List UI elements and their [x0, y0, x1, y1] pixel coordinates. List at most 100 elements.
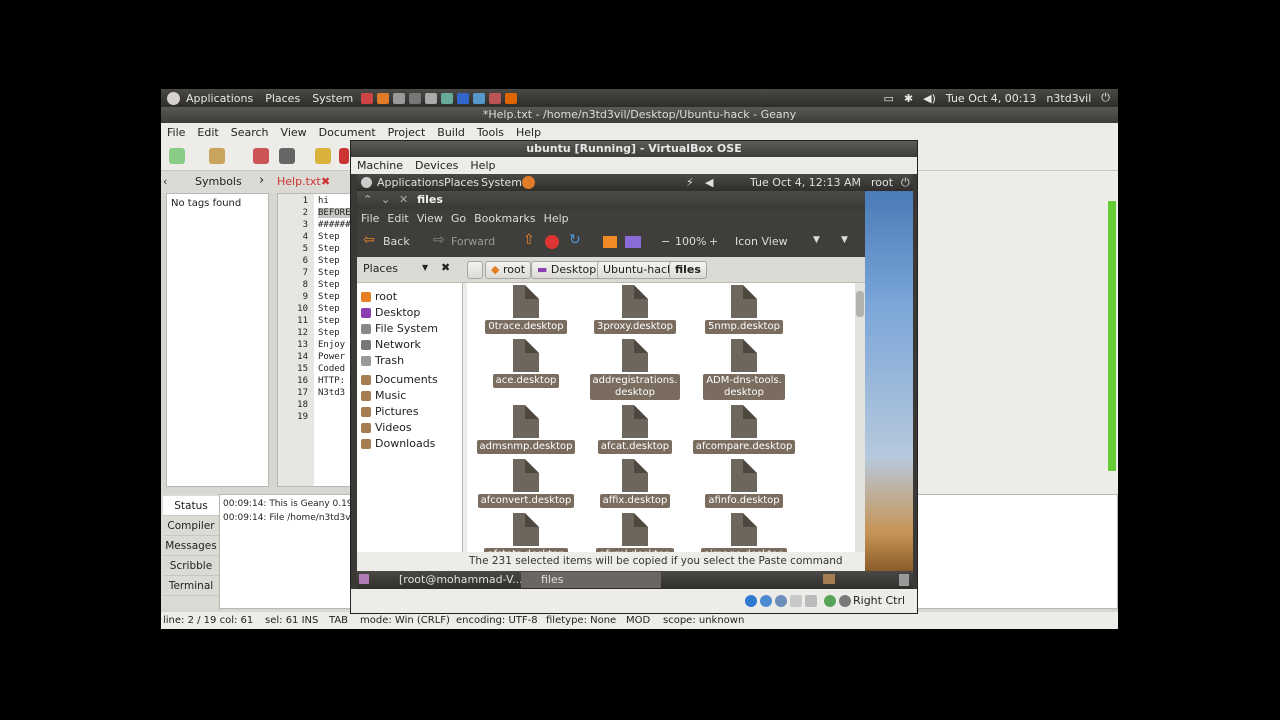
close-file-icon[interactable] [339, 148, 349, 164]
chevron-down-icon[interactable]: ▼ [841, 235, 848, 245]
bluetooth-icon[interactable]: ✱ [904, 92, 913, 105]
place-pictures[interactable]: Pictures [361, 404, 419, 420]
new-file-icon[interactable] [169, 148, 185, 164]
tab-status[interactable]: Status [163, 496, 219, 516]
host-menu-places[interactable]: Places [259, 92, 306, 105]
cd-indicator-icon[interactable] [760, 595, 772, 607]
show-desktop-icon[interactable] [359, 574, 369, 584]
file-item[interactable]: admsnmp.desktop [471, 405, 581, 454]
geany-menu-tools[interactable]: Tools [471, 126, 510, 139]
code-line[interactable]: Step [318, 328, 340, 338]
geany-menu-view[interactable]: View [275, 126, 313, 139]
tab-scroll-right-icon[interactable]: › [259, 173, 264, 188]
terminal-icon[interactable] [409, 92, 422, 104]
file-item[interactable]: afcompare.desktop [689, 405, 799, 454]
crumb-toggle-icon[interactable] [467, 261, 483, 279]
guest-volume-icon[interactable]: ◀ [705, 174, 713, 191]
file-item[interactable]: addregistrations. desktop [580, 339, 690, 400]
tab-scroll-left-icon[interactable]: ‹ [163, 175, 167, 188]
guest-menu-applications[interactable]: Applications [377, 174, 444, 191]
tab-terminal[interactable]: Terminal [163, 576, 219, 596]
ubuntu-logo-icon[interactable] [167, 91, 180, 105]
guest-network-icon[interactable]: ⚡ [686, 174, 694, 191]
code-line[interactable]: N3td3 [318, 388, 345, 398]
power-icon[interactable]: ⏻ [1101, 91, 1110, 105]
file-item[interactable]: ADM-dns-tools. desktop [689, 339, 799, 400]
vbox-menu-help[interactable]: Help [464, 159, 501, 172]
code-line[interactable]: Step [318, 316, 340, 326]
geany-menu-search[interactable]: Search [225, 126, 275, 139]
shared-folder-icon[interactable] [790, 595, 802, 607]
revert-icon[interactable] [315, 148, 331, 164]
launcher-icon[interactable] [489, 92, 502, 104]
volume-icon[interactable]: ◀) [923, 92, 936, 105]
file-item[interactable]: ace.desktop [471, 339, 581, 388]
place-file-system[interactable]: File System [361, 321, 438, 337]
geany-menu-project[interactable]: Project [382, 126, 432, 139]
guest-menu-places[interactable]: Places [444, 174, 479, 191]
guest-firefox-icon[interactable] [522, 176, 535, 189]
file-view-scrollbar[interactable] [855, 283, 865, 552]
sidebar-mode-select[interactable]: Places [363, 262, 398, 275]
launcher-icon[interactable] [425, 92, 438, 104]
reload-icon[interactable]: ↻ [569, 232, 581, 248]
display-icon[interactable] [805, 595, 817, 607]
code-line[interactable]: Step [318, 280, 340, 290]
chevron-down-icon[interactable]: ▼ [422, 263, 428, 272]
guest-clock[interactable]: Tue Oct 4, 12:13 AM [750, 174, 861, 191]
chevron-down-icon[interactable]: ▼ [813, 235, 820, 245]
window-close-icon[interactable]: ✕ [399, 191, 408, 209]
guest-ubuntu-logo-icon[interactable] [361, 177, 372, 188]
open-file-icon[interactable] [209, 148, 225, 164]
view-mode-select[interactable]: Icon View [735, 235, 788, 248]
host-menu-system[interactable]: System [306, 92, 359, 105]
naut-menu-file[interactable]: File [357, 212, 383, 225]
code-line[interactable]: Step [318, 292, 340, 302]
code-line[interactable]: Power [318, 352, 345, 362]
vbox-menu-machine[interactable]: Machine [351, 159, 409, 172]
save-icon[interactable] [253, 148, 269, 164]
place-network[interactable]: Network [361, 337, 421, 353]
forward-arrow-icon[interactable]: ⇨ [433, 232, 445, 248]
file-item[interactable]: affix.desktop [580, 459, 690, 508]
close-tab-icon[interactable]: ✖ [321, 175, 330, 188]
zoom-in-icon[interactable]: + [709, 235, 718, 248]
launcher-icon[interactable] [505, 92, 518, 104]
close-sidebar-icon[interactable]: ✖ [441, 261, 450, 274]
forward-button[interactable]: Forward [451, 235, 495, 248]
guest-menu-system[interactable]: System [481, 174, 522, 191]
launcher-icon[interactable] [457, 92, 470, 104]
tab-scribble[interactable]: Scribble [163, 556, 219, 576]
hdd-indicator-icon[interactable] [745, 595, 757, 607]
tab-help-txt[interactable]: Help.txt [277, 175, 321, 188]
stop-icon[interactable] [545, 235, 559, 249]
task-terminal[interactable]: [root@mohammad-V... [379, 572, 523, 588]
code-editor[interactable]: 1 2 3 4 5 6 7 8 9 10 11 12 13 14 15 16 17 18 19 hi BEFORE ##… [277, 193, 356, 487]
naut-menu-view[interactable]: View [413, 212, 447, 225]
crumb-ubuntu-hack[interactable]: Ubuntu-hack [597, 261, 680, 279]
home-icon[interactable] [603, 236, 617, 248]
code-line[interactable]: Step [318, 304, 340, 314]
place-root[interactable]: root [361, 289, 397, 305]
back-button[interactable]: Back [383, 235, 410, 248]
naut-menu-help[interactable]: Help [540, 212, 573, 225]
launcher-icon[interactable] [473, 92, 486, 104]
place-videos[interactable]: Videos [361, 420, 412, 436]
code-line[interactable]: BEFORE [318, 208, 351, 218]
tab-compiler[interactable]: Compiler [163, 516, 219, 536]
launcher-icon[interactable] [361, 92, 374, 104]
trash-icon[interactable] [899, 574, 909, 586]
code-line[interactable]: Coded [318, 364, 345, 374]
editor-scrollbar[interactable] [1108, 201, 1116, 471]
task-files[interactable]: files [521, 572, 661, 588]
place-desktop[interactable]: Desktop [361, 305, 420, 321]
launcher-icon[interactable] [441, 92, 454, 104]
naut-menu-edit[interactable]: Edit [383, 212, 412, 225]
workspace-icon[interactable] [823, 574, 835, 584]
code-line[interactable]: Step [318, 232, 340, 242]
window-minimize-icon[interactable]: ⌃ [363, 191, 372, 209]
tab-symbols[interactable]: Symbols [195, 175, 242, 188]
file-item[interactable]: afxml.desktop [580, 513, 690, 552]
tab-messages[interactable]: Messages [163, 536, 219, 556]
place-documents[interactable]: Documents [361, 372, 438, 388]
